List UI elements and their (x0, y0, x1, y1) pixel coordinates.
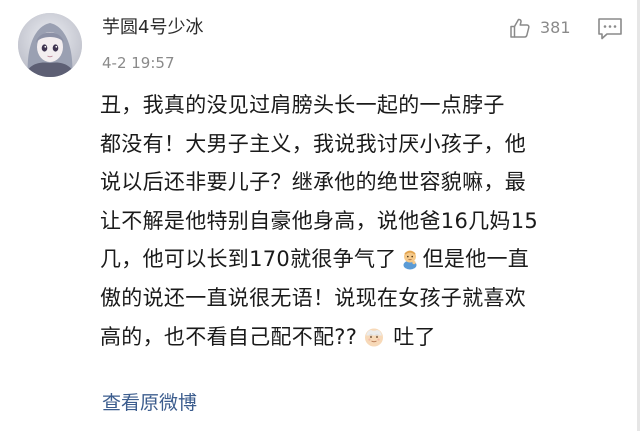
comment-text: 丑，我真的没见过肩膀头长一起的一点脖子 (100, 93, 505, 117)
thumbs-up-icon (510, 18, 530, 38)
comment-line: 高的，也不看自己配不配?? 吐了 (100, 318, 620, 357)
grandpa-face-emoji (365, 328, 384, 347)
timestamp: 4-2 19:57 (102, 54, 175, 72)
like-count: 381 (540, 18, 571, 37)
comment-text: 让不解是他特别自豪他身高，说他爸16几妈15 (100, 208, 539, 233)
comment-text: 但是他一直 (422, 247, 530, 272)
view-original-link[interactable]: 查看原微博 (102, 390, 197, 416)
username[interactable]: 芋圆4号少冰 (102, 16, 203, 40)
comment-text: 都没有！大男子主义，我说我讨厌小孩子，他 (100, 131, 526, 156)
comment-line: 让不解是他特别自豪他身高，说他爸16几妈15 (100, 202, 620, 241)
comment-text: 吐了 (393, 324, 436, 349)
comment-text: 说以后还非要儿子？继承他的绝世容貌嘛，最 (100, 170, 526, 195)
comment-text: 几，他可以长到170就很争气了 (100, 247, 397, 272)
comment-line: 说以后还非要儿子？继承他的绝世容貌嘛，最 (100, 163, 620, 202)
baby-emoji (403, 250, 417, 270)
comment-line: 傲的说还一直说很无语！说现在女孩子就喜欢 (100, 279, 620, 318)
comment-line: 都没有！大男子主义，我说我讨厌小孩子，他 (100, 125, 620, 164)
comment-body: 丑，我真的没见过肩膀头长一起的一点脖子 都没有！大男子主义，我说我讨厌小孩子，他… (100, 86, 620, 356)
comment-line: 丑，我真的没见过肩膀头长一起的一点脖子 (100, 86, 620, 125)
comment-text: 傲的说还一直说很无语！说现在女孩子就喜欢 (100, 285, 526, 310)
comment-button[interactable] (596, 16, 624, 42)
comment-text: 高的，也不看自己配不配?? (100, 324, 358, 349)
avatar-image (18, 13, 82, 77)
comment-card: 芋圆4号少冰 4-2 19:57 381 丑，我真的没见过肩膀头长一起的一点脖子… (0, 0, 640, 431)
comment-line: 几，他可以长到170就很争气了 但是他一直 (100, 240, 620, 279)
like-button[interactable]: 381 (508, 14, 571, 42)
comment-bubble-icon (598, 18, 622, 40)
avatar[interactable] (18, 13, 82, 77)
